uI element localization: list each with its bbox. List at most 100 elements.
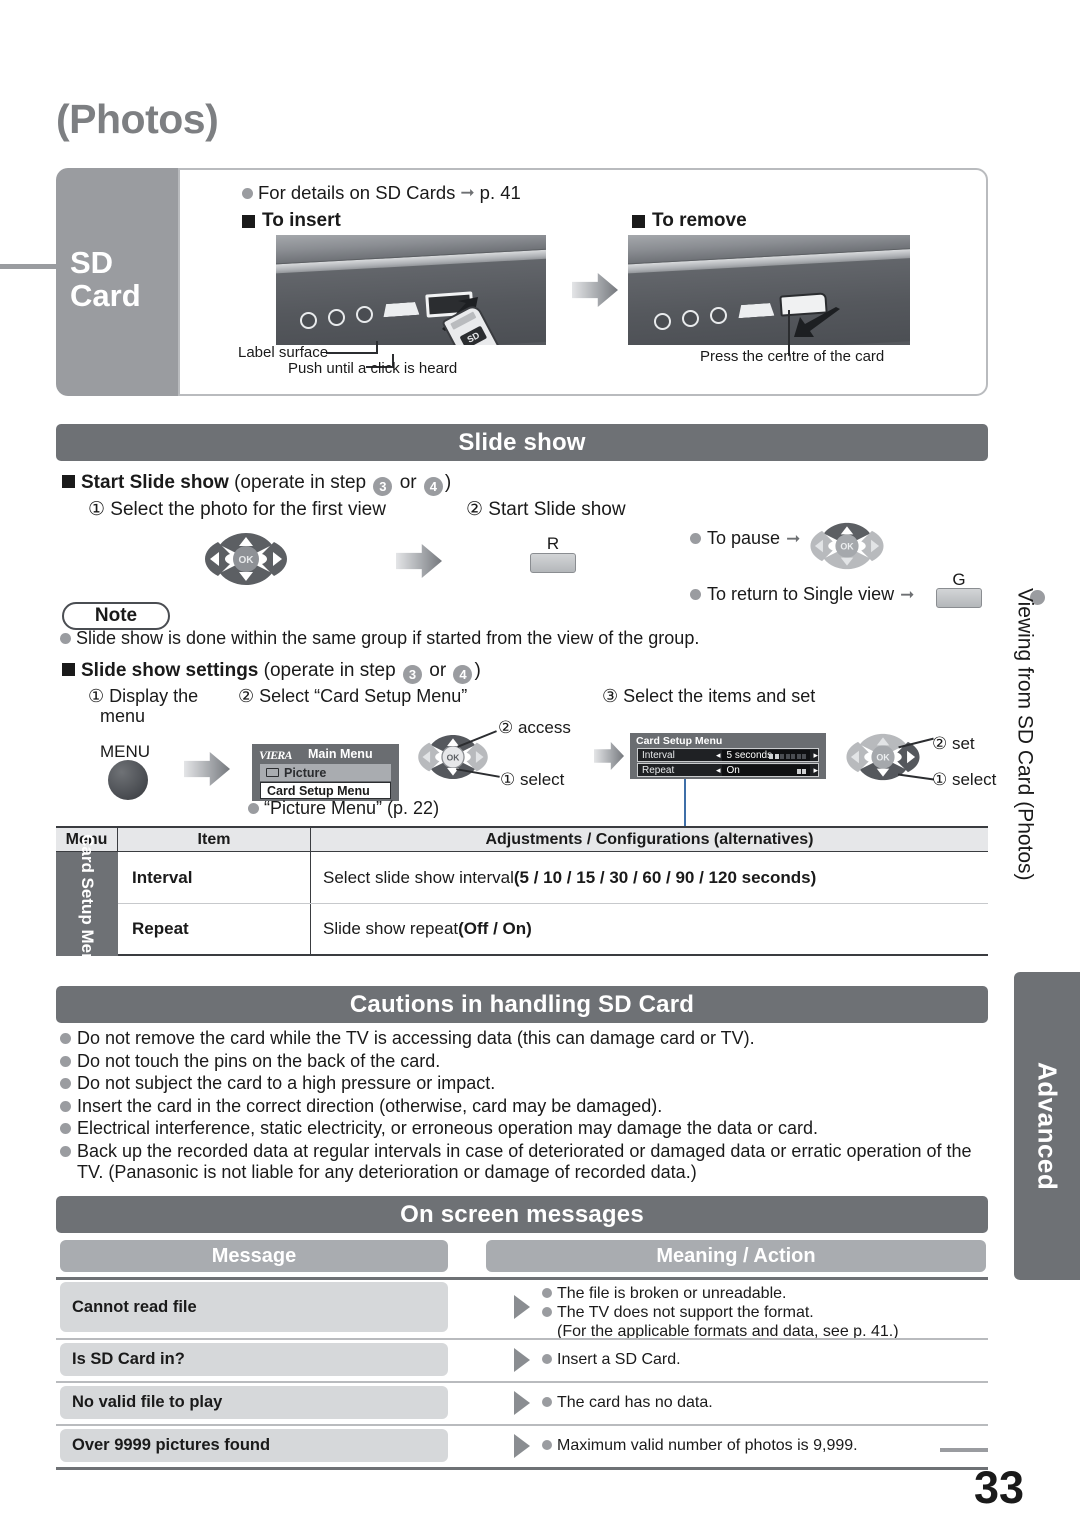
osd-interval-value: 5 seconds — [726, 749, 773, 761]
sd-card-note: For details on SD Cards ➞ p. 41 — [242, 182, 521, 204]
to-pause-row: To pause ➞ — [690, 528, 800, 549]
push-click-callout: Push until a click is heard — [288, 360, 458, 377]
message-cell: Over 9999 pictures found — [60, 1429, 448, 1462]
meaning-col-label: Meaning / Action — [656, 1244, 816, 1267]
sequence-arrow-icon — [184, 752, 230, 786]
table-header-row: Menu Item Adjustments / Configurations (… — [56, 826, 988, 852]
av-jack-icon — [356, 306, 373, 323]
row-arrow-icon — [514, 1391, 530, 1415]
bullet-dot-icon — [690, 533, 701, 544]
square-bullet-icon — [632, 214, 645, 228]
osd-item-card-setup-label: Card Setup Menu — [267, 783, 370, 798]
start-slide-show-label: Start Slide show — [81, 472, 229, 493]
bullet-dot-icon — [60, 1123, 71, 1134]
page-title: (Photos) — [56, 96, 219, 142]
g-key-button[interactable] — [936, 588, 982, 608]
meaning-cell: Insert a SD Card. — [542, 1350, 681, 1369]
table-row: Is SD Card in? Insert a SD Card. — [56, 1343, 988, 1381]
table-row: Repeat Slide show repeat (Off / On) — [56, 904, 988, 956]
col-header-item: Item — [118, 828, 311, 851]
osd-row-repeat[interactable]: Repeat ◂ On ▸ — [637, 763, 819, 777]
dpad-navigation-icon[interactable]: OK — [200, 528, 292, 590]
bullet-dot-icon — [60, 1078, 71, 1089]
osd-item-picture[interactable]: Picture — [260, 764, 391, 781]
cautions-title: Cautions in handling SD Card — [349, 990, 695, 1018]
osd-item-card-setup-menu[interactable]: Card Setup Menu — [260, 782, 391, 799]
to-return-row: To return to Single view ➞ — [690, 584, 914, 605]
picture-menu-ref-row: “Picture Menu” (p. 22) — [248, 798, 439, 819]
step-badge-4: 4 — [423, 477, 443, 496]
r-key-button[interactable] — [530, 553, 576, 573]
sd-card-panel: SD Card For details on SD Cards ➞ p. 41 … — [56, 168, 988, 396]
to-return-label: To return to Single view — [707, 584, 895, 604]
svg-text:OK: OK — [239, 555, 255, 566]
hdmi-port-icon — [383, 302, 420, 317]
list-item: Maximum valid number of photos is 9,999. — [542, 1436, 858, 1455]
menu-button[interactable] — [108, 760, 148, 800]
table-row: Interval Select slide show interval (5 /… — [56, 852, 988, 904]
slide-show-settings-heading: Slide show settings (operate in step 3 o… — [62, 660, 481, 684]
list-item: The card has no data. — [542, 1393, 713, 1412]
to-pause-label: To pause — [707, 528, 781, 548]
bullet-dot-icon — [60, 1055, 71, 1067]
list-item: Do not remove the card while the TV is a… — [60, 1028, 990, 1050]
note-text: Slide show is done within the same group… — [76, 628, 700, 648]
osd-interval-name: Interval — [642, 749, 675, 761]
note-label: Note — [94, 605, 138, 626]
bullet-dot-icon — [60, 1100, 71, 1112]
vertical-menu-label: Card Setup Menu — [56, 834, 118, 974]
sd-badge-line2: Card — [70, 278, 141, 314]
bullet-dot-icon — [242, 187, 253, 199]
start-slide-show-heading: Start Slide show (operate in step 3 or 4… — [62, 472, 451, 496]
meaning-text: The file is broken or unreadable. — [557, 1285, 787, 1302]
tv-body — [276, 235, 546, 345]
caution-text: Do not touch the pins on the back of the… — [77, 1050, 441, 1071]
chapter-vertical-label: Viewing from SD Card (Photos) — [1013, 588, 1037, 881]
right-triangle-icon: ▸ — [813, 749, 818, 760]
square-bullet-icon — [62, 663, 75, 676]
to-remove-label: To remove — [652, 210, 747, 231]
callout-line — [376, 341, 378, 353]
main-menu-title: Main Menu — [308, 747, 373, 761]
bullet-dot-icon — [690, 589, 701, 600]
settings-step-1-line2: menu — [100, 706, 146, 726]
viera-logo: VIERA — [259, 748, 292, 762]
to-remove-heading: To remove — [632, 210, 747, 232]
table-row: Cannot read file The file is broken or u… — [56, 1282, 988, 1340]
desc-cell-interval: Select slide show interval (5 / 10 / 15 … — [311, 852, 988, 903]
sd-note-ref: p. 41 — [479, 182, 521, 203]
right-arrow-icon: ➞ — [786, 528, 801, 548]
caution-text: Do not subject the card to a high pressu… — [77, 1073, 496, 1093]
dpad-access-label: ② access — [498, 718, 571, 737]
caution-text: Back up the recorded data at regular int… — [77, 1140, 972, 1183]
message-cell: Is SD Card in? — [60, 1343, 448, 1376]
dpad-select-set-icon[interactable]: OK — [842, 728, 924, 786]
av-jack-icon — [710, 307, 727, 324]
dpad-pause-icon[interactable]: OK — [806, 518, 888, 574]
bullet-dot-icon — [60, 1145, 71, 1157]
step-or-text: or — [429, 660, 447, 681]
bullet-dot-icon — [542, 1354, 552, 1364]
av-jack-icon — [328, 309, 345, 326]
right-arrow-icon: ➞ — [460, 183, 475, 202]
sd-badge-line1: SD — [70, 245, 114, 280]
message-cell: Cannot read file — [60, 1282, 448, 1332]
osd-row-interval[interactable]: Interval ◂ 5 seconds ▸ — [637, 748, 819, 762]
sd-card-badge: SD Card — [56, 168, 186, 396]
dpad-select-label-2: ① select — [932, 770, 997, 789]
press-centre-callout: Press the centre of the card — [700, 348, 885, 365]
osd-repeat-name: Repeat — [642, 764, 675, 776]
desc-bold: (5 / 10 / 15 / 30 / 60 / 90 / 120 second… — [513, 867, 817, 887]
section-tab-advanced: Advanced — [1014, 972, 1080, 1280]
start-step-2-text: ② Start Slide show — [466, 499, 626, 520]
bullet-dot-icon — [542, 1307, 552, 1317]
caution-text: Do not remove the card while the TV is a… — [77, 1028, 755, 1048]
step-or-text: or — [399, 472, 417, 493]
svg-text:OK: OK — [876, 753, 890, 763]
g-key-label: G — [952, 570, 966, 589]
square-bullet-icon — [242, 214, 255, 228]
bullet-dot-icon — [542, 1397, 552, 1407]
av-jack-icon — [654, 313, 671, 330]
meaning-text: Insert a SD Card. — [557, 1351, 681, 1368]
list-item: The TV does not support the format. — [542, 1303, 899, 1322]
